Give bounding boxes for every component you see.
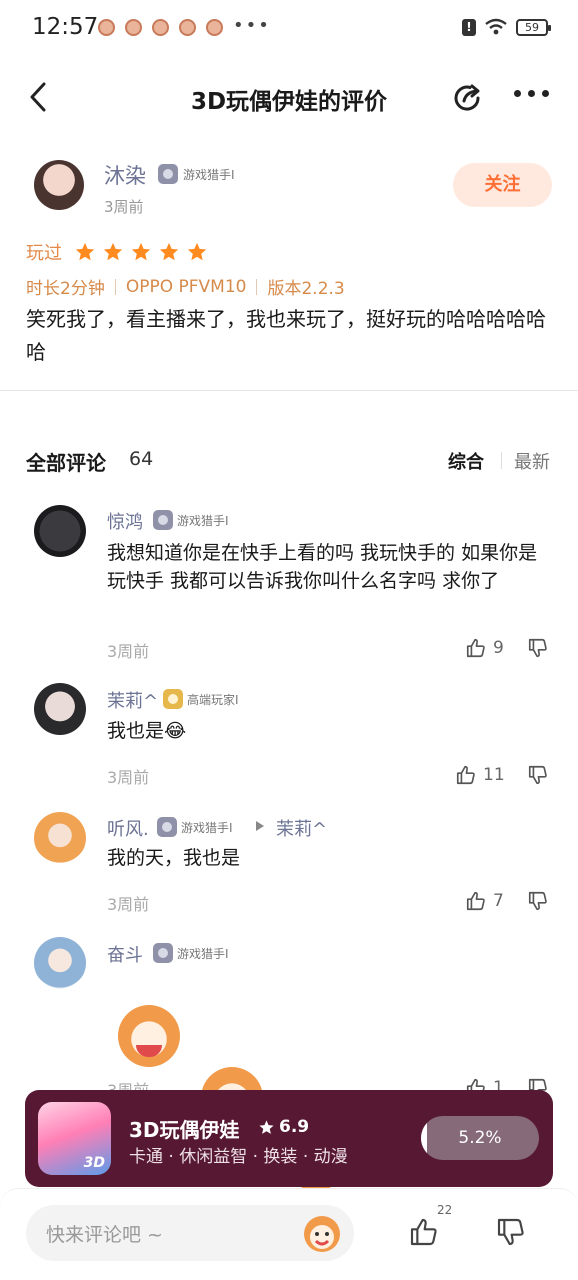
thumbs-down-icon[interactable]: [527, 764, 549, 786]
battery-icon: 59: [516, 18, 551, 36]
commenter-badge-label: 游戏猎手Ⅰ: [177, 946, 229, 961]
star-icon: [103, 242, 123, 261]
notification-app-icon: [179, 19, 196, 36]
device-model: OPPO PFVM10: [125, 276, 247, 297]
game-version: 版本2.2.3: [267, 279, 345, 299]
star-icon: [159, 242, 179, 261]
follow-button[interactable]: 关注: [453, 163, 552, 207]
sticker-picker-icon[interactable]: [300, 1211, 344, 1255]
like-count: 22: [437, 1203, 453, 1217]
download-progress-button[interactable]: 5.2%: [421, 1116, 539, 1160]
comment-text: 我的天，我也是: [107, 847, 241, 869]
status-time: 12:57: [32, 14, 99, 40]
author-avatar[interactable]: [34, 160, 84, 210]
page-title: 3D玩偶伊娃的评价: [190, 89, 388, 115]
like-count: 11: [483, 765, 505, 785]
rating-row: 玩过: [26, 239, 208, 265]
thumbs-up-icon: [466, 891, 485, 911]
commenter-name[interactable]: 茉莉^: [107, 687, 158, 713]
badge-icon: [158, 164, 178, 184]
commenter-avatar[interactable]: [34, 505, 86, 557]
notification-app-icon: [152, 19, 169, 36]
sort-divider: [501, 452, 502, 469]
star-icon: [75, 242, 95, 261]
like-count: 7: [493, 891, 504, 911]
comment-input[interactable]: 快来评论吧 ~: [26, 1205, 354, 1261]
comment-text: 我想知道你是在快手上看的吗 我玩快手的 如果你是玩快手 我都可以告诉我你叫什么名…: [107, 542, 538, 592]
wifi-icon: [485, 18, 507, 35]
comments-count: 64: [129, 448, 154, 470]
game-rating: 6.9: [258, 1117, 309, 1137]
meta-divider: [114, 278, 116, 295]
system-icons: ! 59: [462, 18, 551, 36]
badge-icon: [153, 943, 173, 963]
comment-input-placeholder: 快来评论吧 ~: [46, 1224, 163, 1246]
alert-icon: !: [462, 18, 476, 36]
commenter-avatar[interactable]: [34, 937, 86, 989]
sort-latest-tab[interactable]: 最新: [514, 448, 550, 474]
more-notifications-icon: •••: [233, 15, 271, 36]
thumbs-down-icon[interactable]: [527, 637, 549, 659]
game-rating-value: 6.9: [279, 1117, 310, 1137]
meta-divider: [256, 278, 258, 295]
commenter-badge: 高端玩家Ⅰ: [163, 689, 239, 709]
star-icon: [187, 242, 207, 261]
review-text: 笑死我了，看主播来了，我也来玩了，挺好玩的哈哈哈哈哈哈: [26, 307, 546, 364]
commenter-name[interactable]: 听风.: [107, 815, 149, 841]
more-options-icon[interactable]: [514, 90, 554, 104]
badge-icon: [157, 817, 177, 837]
game-icon[interactable]: 3D: [38, 1102, 111, 1175]
author-name[interactable]: 沐染: [104, 160, 146, 190]
game-tags: 卡通 · 休闲益智 · 换装 · 动漫: [129, 1147, 348, 1167]
commenter-avatar[interactable]: [34, 812, 86, 864]
comment-like-button[interactable]: 11: [455, 764, 505, 786]
commenter-badge: 游戏猎手Ⅰ: [157, 817, 233, 837]
commenter-badge-label: 游戏猎手Ⅰ: [181, 820, 233, 835]
badge-icon: [163, 689, 183, 709]
comment-like-button[interactable]: 9: [465, 637, 504, 659]
reply-arrow-icon: [256, 821, 264, 831]
notification-app-icon: [98, 19, 115, 36]
section-divider: [0, 390, 578, 391]
comment-time: 3周前: [107, 768, 150, 787]
commenter-badge: 游戏猎手Ⅰ: [153, 510, 229, 530]
commenter-badge-label: 高端玩家Ⅰ: [187, 692, 239, 707]
notification-icons: •••: [98, 15, 271, 36]
share-icon[interactable]: [450, 80, 486, 116]
badge-icon: [153, 510, 173, 530]
notification-app-icon: [125, 19, 142, 36]
progress-label: 5.2%: [458, 1128, 502, 1148]
commenter-avatar[interactable]: [34, 683, 86, 735]
sort-default-tab[interactable]: 综合: [448, 448, 484, 474]
author-badge-label: 游戏猎手Ⅰ: [183, 167, 235, 182]
play-duration: 时长2分钟: [26, 279, 105, 299]
comment-text: 我也是😂: [107, 720, 187, 742]
sticker-emoji: [118, 1005, 180, 1067]
review-meta: 时长2分钟 OPPO PFVM10 版本2.2.3: [26, 274, 345, 300]
like-icon[interactable]: [408, 1216, 440, 1248]
like-count: 9: [493, 638, 504, 658]
thumbs-up-icon: [456, 765, 475, 785]
comment-like-button[interactable]: 7: [465, 890, 504, 912]
author-badge: 游戏猎手Ⅰ: [158, 164, 235, 184]
thumbs-up-icon: [466, 638, 485, 658]
comment-time: 3周前: [107, 895, 150, 914]
game-name: 3D玩偶伊娃: [129, 1118, 240, 1142]
game-icon-label: 3D: [83, 1155, 105, 1171]
reply-target-name[interactable]: 茉莉^: [276, 815, 327, 841]
star-icon: [131, 242, 151, 261]
star-icon: [259, 1119, 274, 1134]
dislike-icon[interactable]: [495, 1216, 527, 1248]
notification-app-icon: [206, 19, 223, 36]
review-time: 3周前: [104, 198, 144, 216]
commenter-name[interactable]: 惊鸿: [107, 508, 143, 534]
comments-title: 全部评论: [26, 451, 106, 475]
commenter-badge: 游戏猎手Ⅰ: [153, 943, 229, 963]
thumbs-down-icon[interactable]: [527, 890, 549, 912]
commenter-badge-label: 游戏猎手Ⅰ: [177, 513, 229, 528]
commenter-name[interactable]: 奋斗: [107, 941, 143, 967]
status-bar: 12:57 ••• ! 59: [0, 0, 578, 60]
played-label: 玩过: [26, 243, 62, 264]
comment-time: 3周前: [107, 642, 150, 661]
